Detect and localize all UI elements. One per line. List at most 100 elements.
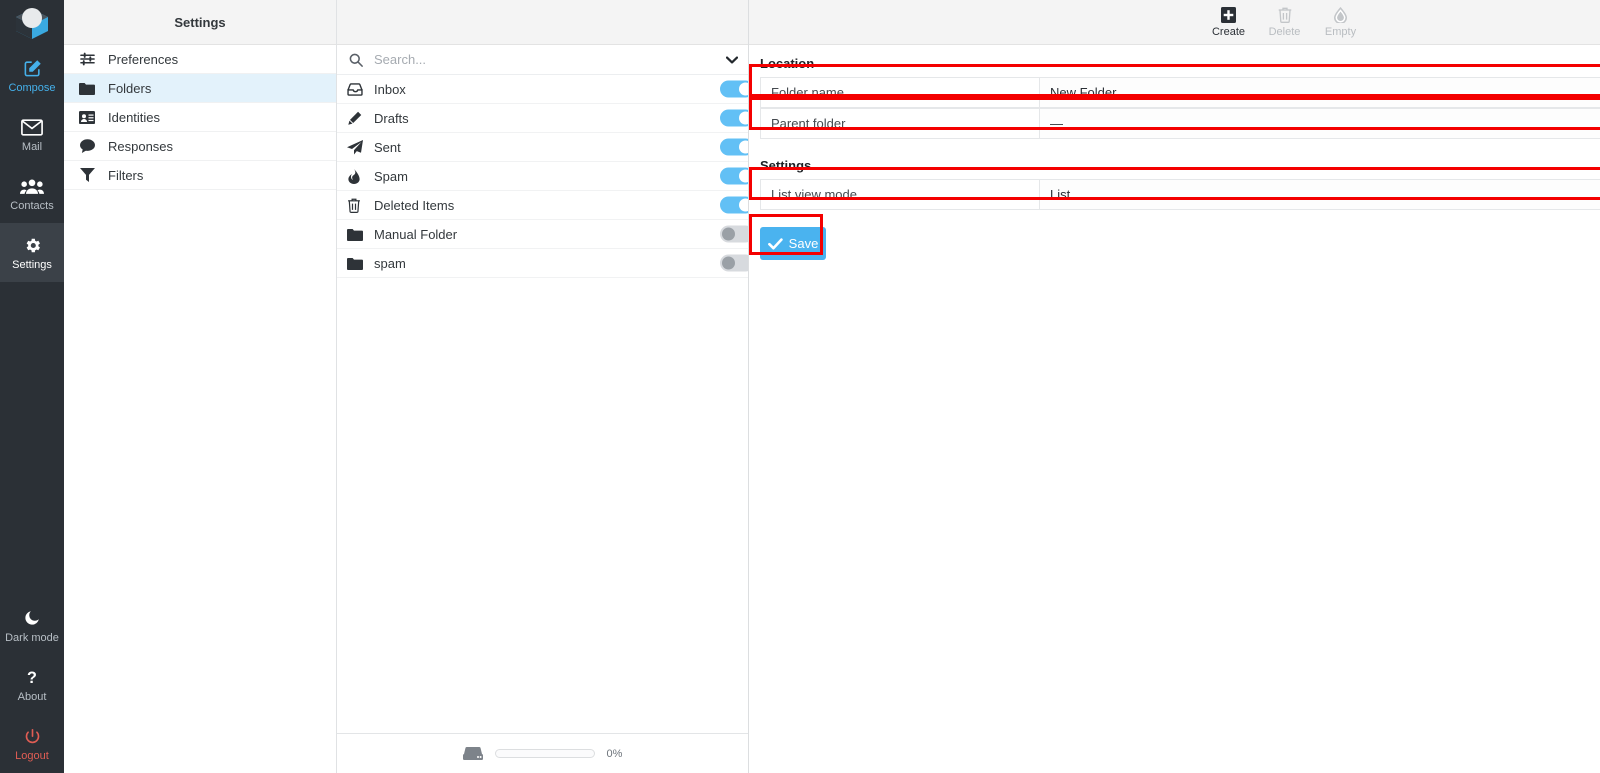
- folder-name-row: Folder name: [760, 77, 1600, 108]
- settings-panel-header: Settings: [64, 0, 336, 45]
- id-card-icon: [78, 111, 96, 124]
- parent-folder-control[interactable]: —: [1039, 109, 1600, 138]
- folder-icon: [347, 257, 369, 270]
- sidebar-item-responses[interactable]: Responses: [64, 132, 336, 161]
- inbox-icon: [347, 83, 369, 96]
- folder-name-input[interactable]: [1050, 85, 1600, 100]
- taskbar-label-settings: Settings: [12, 259, 52, 271]
- moon-icon: [23, 607, 41, 629]
- folder-panel-header: [337, 0, 748, 45]
- folder-name: Inbox: [369, 82, 406, 97]
- chevron-down-icon[interactable]: [724, 56, 738, 64]
- sidebar-item-preferences[interactable]: Preferences: [64, 45, 336, 74]
- taskbar-item-compose[interactable]: Compose: [0, 46, 64, 105]
- folder-row-spam-lower[interactable]: spam: [337, 249, 748, 278]
- quota-percent-label: 0%: [607, 748, 623, 760]
- create-button[interactable]: Create: [1209, 7, 1249, 38]
- search-icon: [349, 53, 367, 67]
- taskbar: Compose Mail C: [0, 0, 64, 773]
- taskbar-item-dark-mode[interactable]: Dark mode: [0, 596, 64, 655]
- folder-search-row: [337, 45, 748, 75]
- folder-row-sent[interactable]: Sent: [337, 133, 748, 162]
- quota-status-bar: 0%: [337, 733, 748, 773]
- trash-icon: [1278, 7, 1292, 24]
- fire-icon: [347, 169, 369, 184]
- sidebar-label-folders: Folders: [108, 81, 151, 96]
- taskbar-item-settings[interactable]: Settings: [0, 223, 64, 282]
- sidebar-label-filters: Filters: [108, 168, 143, 183]
- folder-row-spam[interactable]: Spam: [337, 162, 748, 191]
- folder-name: spam: [369, 256, 406, 271]
- settings-menu-list: Preferences Folders: [64, 45, 336, 773]
- folder-row-manual-folder[interactable]: Manual Folder: [337, 220, 748, 249]
- comment-icon: [78, 139, 96, 153]
- content-toolbar: Create Delete: [749, 0, 1600, 45]
- folder-panel: Inbox Drafts Sent: [337, 0, 749, 773]
- contacts-icon: [20, 175, 44, 197]
- power-icon: [24, 725, 41, 747]
- folder-name-label: Folder name: [761, 78, 1039, 107]
- parent-folder-label: Parent folder: [761, 109, 1039, 138]
- folder-name: Sent: [369, 140, 401, 155]
- empty-button[interactable]: Empty: [1321, 7, 1361, 38]
- folder-subscribe-toggle[interactable]: [720, 197, 748, 214]
- svg-text:?: ?: [27, 669, 37, 687]
- app-root: Compose Mail C: [0, 0, 1600, 773]
- taskbar-item-mail[interactable]: Mail: [0, 105, 64, 164]
- taskbar-label-contacts: Contacts: [10, 200, 53, 212]
- parent-folder-value: —: [1050, 116, 1063, 131]
- check-icon: [768, 238, 783, 250]
- trash-icon: [347, 198, 369, 213]
- empty-button-label: Empty: [1325, 26, 1356, 38]
- funnel-icon: [78, 168, 96, 182]
- create-folder-icon: [1221, 7, 1236, 24]
- sliders-icon: [78, 52, 96, 66]
- folder-row-deleted-items[interactable]: Deleted Items: [337, 191, 748, 220]
- folder-icon: [347, 228, 369, 241]
- parent-folder-row: Parent folder —: [760, 108, 1600, 139]
- delete-button[interactable]: Delete: [1265, 7, 1305, 38]
- taskbar-label-mail: Mail: [22, 141, 42, 153]
- location-section-title: Location: [760, 56, 1600, 71]
- list-view-mode-label: List view mode: [761, 180, 1039, 209]
- save-button[interactable]: Save: [760, 227, 826, 260]
- taskbar-item-contacts[interactable]: Contacts: [0, 164, 64, 223]
- folder-subscribe-toggle[interactable]: [720, 139, 748, 156]
- folder-subscribe-toggle[interactable]: [720, 255, 748, 272]
- folder-list: Inbox Drafts Sent: [337, 75, 748, 733]
- folder-subscribe-toggle[interactable]: [720, 110, 748, 127]
- folder-subscribe-toggle[interactable]: [720, 226, 748, 243]
- question-icon: ?: [24, 666, 40, 688]
- taskbar-item-about[interactable]: ? About: [0, 655, 64, 714]
- list-view-mode-value: List: [1050, 187, 1070, 202]
- sidebar-item-folders[interactable]: Folders: [64, 74, 336, 103]
- hard-drive-icon: [463, 747, 483, 761]
- save-button-label: Save: [789, 236, 819, 251]
- folder-subscribe-toggle[interactable]: [720, 168, 748, 185]
- folder-row-inbox[interactable]: Inbox: [337, 75, 748, 104]
- search-input[interactable]: [367, 52, 724, 67]
- list-view-mode-row: List view mode List: [760, 179, 1600, 210]
- content-panel: Create Delete: [749, 0, 1600, 773]
- taskbar-bottom-group: Dark mode ? About Logout: [0, 596, 64, 773]
- folder-name: Manual Folder: [369, 227, 457, 242]
- folder-row-drafts[interactable]: Drafts: [337, 104, 748, 133]
- mail-icon: [21, 116, 43, 138]
- taskbar-item-logout[interactable]: Logout: [0, 714, 64, 773]
- folder-name-control: [1039, 78, 1600, 107]
- compose-icon: [23, 57, 42, 79]
- settings-section-title: Settings: [760, 158, 1600, 173]
- sidebar-label-preferences: Preferences: [108, 52, 178, 67]
- folder-subscribe-toggle[interactable]: [720, 81, 748, 98]
- list-view-mode-control[interactable]: List: [1039, 180, 1600, 209]
- sidebar-item-identities[interactable]: Identities: [64, 103, 336, 132]
- sidebar-label-identities: Identities: [108, 110, 160, 125]
- taskbar-label-dark-mode: Dark mode: [5, 632, 59, 644]
- create-button-label: Create: [1212, 26, 1245, 38]
- sidebar-item-filters[interactable]: Filters: [64, 161, 336, 190]
- folder-icon: [78, 82, 96, 95]
- taskbar-label-logout: Logout: [15, 750, 49, 762]
- taskbar-label-about: About: [18, 691, 47, 703]
- settings-panel: Settings Preferences Folders: [64, 0, 337, 773]
- delete-button-label: Delete: [1269, 26, 1301, 38]
